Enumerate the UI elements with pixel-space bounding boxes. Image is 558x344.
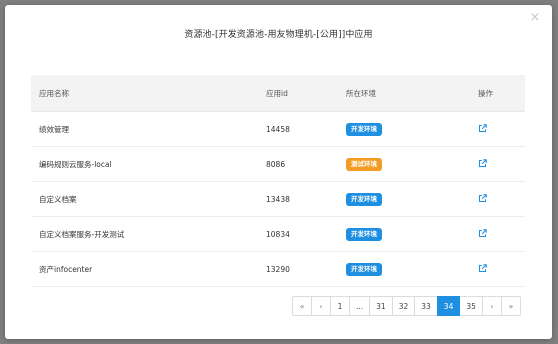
- table-row: 绩效管理 14458 开发环境: [31, 112, 525, 147]
- env-badge: 测试环境: [346, 157, 382, 171]
- app-name-cell: 自定义档案: [39, 194, 77, 204]
- external-link-icon[interactable]: [478, 228, 487, 238]
- table-row: 自定义档案 13438 开发环境: [31, 182, 525, 217]
- app-id-cell: 10834: [266, 229, 290, 239]
- page-button-31[interactable]: 31: [369, 296, 393, 316]
- external-link-icon[interactable]: [478, 263, 487, 273]
- close-icon[interactable]: ×: [528, 11, 542, 25]
- env-badge: 开发环境: [346, 122, 382, 136]
- table-header: 应用名称 应用id 所在环境 操作: [31, 75, 525, 112]
- env-badge: 开发环境: [346, 227, 382, 241]
- page-button-32[interactable]: 32: [391, 296, 416, 316]
- app-name-cell: 自定义档案服务-开发测试: [39, 229, 125, 239]
- table-row: 编码规则云服务-local 8086 测试环境: [31, 147, 525, 182]
- external-link-icon[interactable]: [478, 123, 487, 133]
- env-badge: 开发环境: [346, 262, 382, 276]
- dialog-title: 资源池-[开发资源池-用友物理机-[公用]]中应用: [184, 30, 373, 40]
- table-row: 资产infocenter 13290 开发环境: [31, 252, 525, 287]
- env-badge: 开发环境: [346, 192, 382, 206]
- last-page-button[interactable]: »: [500, 296, 521, 316]
- app-name-cell: 绩效管理: [39, 124, 69, 134]
- next-page-button[interactable]: ›: [481, 296, 502, 316]
- app-id-cell: 14458: [266, 124, 290, 134]
- app-name-cell: 编码规则云服务-local: [39, 159, 112, 169]
- page-button-34[interactable]: 34: [436, 296, 461, 316]
- header-environment: 所在环境: [346, 88, 376, 98]
- app-id-cell: 13438: [266, 194, 290, 204]
- prev-page-button[interactable]: ‹: [311, 296, 331, 316]
- external-link-icon[interactable]: [478, 193, 487, 203]
- page-button-35[interactable]: 35: [459, 296, 483, 316]
- app-name-cell: 资产infocenter: [39, 264, 93, 274]
- header-operation: 操作: [478, 88, 493, 98]
- page-button-1[interactable]: 1: [330, 296, 350, 316]
- page-ellipsis: ...: [349, 296, 371, 316]
- header-app-id: 应用id: [266, 88, 288, 98]
- app-list-dialog: × 资源池-[开发资源池-用友物理机-[公用]]中应用 应用名称 应用id 所在…: [5, 5, 552, 339]
- page-button-33[interactable]: 33: [414, 296, 438, 316]
- pagination: « ‹ 1 ... 31 32 33 34 35 › »: [292, 296, 521, 316]
- app-table: 应用名称 应用id 所在环境 操作 绩效管理 14458 开发环境 编码规则云服…: [31, 75, 525, 287]
- first-page-button[interactable]: «: [292, 296, 312, 316]
- app-id-cell: 8086: [266, 159, 286, 169]
- table-row: 自定义档案服务-开发测试 10834 开发环境: [31, 217, 525, 252]
- external-link-icon[interactable]: [478, 158, 487, 168]
- app-id-cell: 13290: [266, 264, 290, 274]
- header-app-name: 应用名称: [39, 88, 69, 98]
